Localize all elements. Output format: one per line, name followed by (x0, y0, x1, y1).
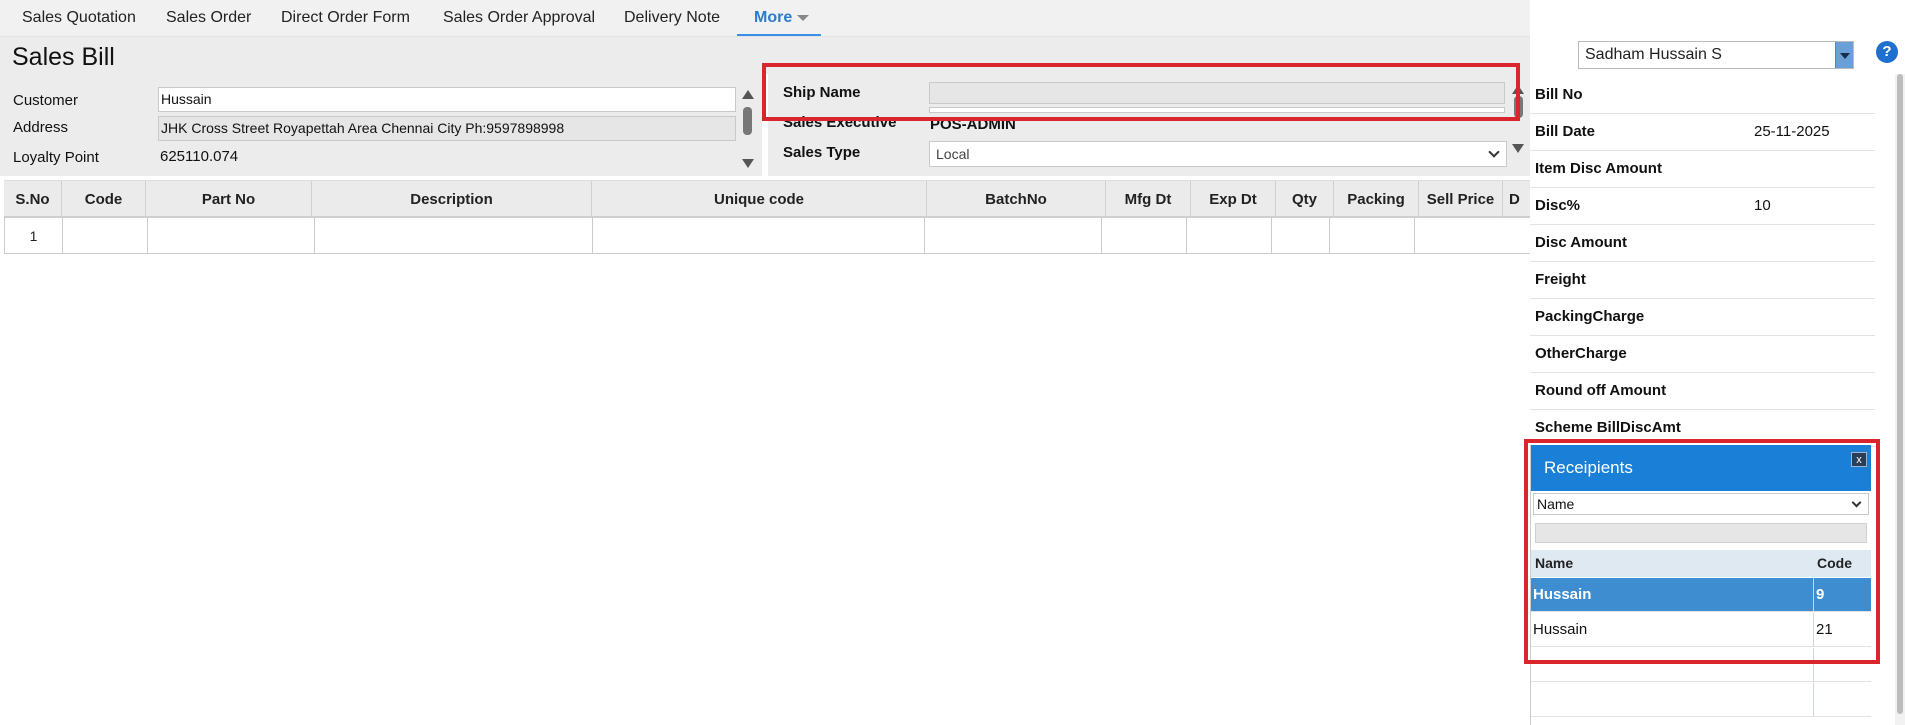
column-header[interactable]: Part No (145, 181, 311, 217)
column-header[interactable]: Sell Price (1418, 181, 1502, 217)
summary-row: PackingCharge (1530, 299, 1875, 336)
table-cell[interactable] (62, 218, 147, 253)
address-label: Address (13, 119, 69, 136)
summary-row: OtherCharge (1530, 336, 1875, 373)
column-header[interactable]: Code (61, 181, 145, 217)
column-header[interactable]: Description (311, 181, 591, 217)
summary-row: Freight (1530, 262, 1875, 299)
loyalty-point-label: Loyalty Point (13, 149, 99, 166)
customer-field[interactable]: Hussain (158, 87, 736, 112)
table-cell[interactable] (592, 218, 924, 253)
column-header[interactable]: Packing (1333, 181, 1418, 217)
tab-sales-order-approval[interactable]: Sales Order Approval (443, 9, 595, 27)
loyalty-point-value: 625110.074 (160, 148, 239, 165)
summary-row: Bill No (1530, 77, 1875, 114)
customer-scrollbar[interactable] (741, 90, 755, 172)
summary-label: Round off Amount (1535, 382, 1667, 399)
summary-row: Item Disc Amount (1530, 151, 1875, 188)
sales-type-select[interactable]: Local (929, 141, 1507, 167)
scroll-down-icon[interactable] (742, 159, 754, 168)
summary-label: Item Disc Amount (1535, 160, 1662, 177)
address-field[interactable]: JHK Cross Street Royapettah Area Chennai… (158, 116, 736, 141)
tab-delivery-note[interactable]: Delivery Note (624, 9, 720, 27)
active-tab-indicator (737, 34, 821, 36)
summary-row: Disc% 10 (1530, 188, 1875, 225)
column-header[interactable]: Exp Dt (1190, 181, 1275, 217)
scroll-thumb[interactable] (1897, 74, 1903, 714)
column-divider (1813, 683, 1814, 717)
customer-label: Customer (13, 92, 79, 109)
summary-label: Disc Amount (1535, 234, 1627, 251)
column-header[interactable]: Mfg Dt (1105, 181, 1190, 217)
page-scrollbar[interactable] (1895, 74, 1905, 725)
summary-label: Freight (1535, 271, 1586, 288)
column-header[interactable]: D (1502, 181, 1530, 217)
tab-more[interactable]: More (754, 9, 810, 27)
table-cell[interactable] (1101, 218, 1186, 253)
tab-sales-order[interactable]: Sales Order (166, 9, 251, 27)
summary-row: Disc Amount (1530, 225, 1875, 262)
table-cell[interactable]: 1 (4, 218, 62, 253)
scroll-up-icon[interactable] (742, 90, 754, 99)
help-icon[interactable]: ? (1876, 41, 1898, 63)
table-cell[interactable] (1271, 218, 1329, 253)
summary-value-box[interactable] (1753, 77, 1875, 113)
chevron-down-icon (797, 14, 810, 21)
scroll-thumb[interactable] (743, 107, 752, 135)
tab-direct-order-form[interactable]: Direct Order Form (281, 9, 410, 27)
table-cell[interactable] (1414, 218, 1530, 253)
items-grid-header: S.No Code Part No Description Unique cod… (4, 180, 1530, 218)
summary-value-box[interactable] (1753, 373, 1875, 409)
dropdown-button[interactable] (1835, 42, 1853, 68)
summary-label: OtherCharge (1535, 345, 1627, 362)
page-title: Sales Bill (12, 43, 115, 71)
table-cell[interactable] (147, 218, 314, 253)
table-cell[interactable] (314, 218, 592, 253)
table-cell[interactable] (924, 218, 1101, 253)
summary-value: 25-11-2025 (1754, 123, 1830, 140)
summary-value: 10 (1754, 197, 1771, 214)
user-select[interactable]: Sadham Hussain S (1578, 41, 1854, 69)
chevron-down-icon (1840, 53, 1850, 59)
tab-sales-quotation[interactable]: Sales Quotation (22, 9, 136, 27)
summary-value-box[interactable] (1753, 225, 1875, 261)
tab-more-label: More (754, 9, 793, 26)
column-header[interactable]: S.No (4, 181, 61, 217)
highlight-ship-name (762, 63, 1520, 121)
recipient-row-empty (1531, 683, 1871, 717)
summary-label: Bill No (1535, 86, 1583, 103)
summary-label: Scheme BillDiscAmt (1535, 419, 1681, 436)
sales-type-label: Sales Type (783, 144, 861, 161)
column-header[interactable]: Unique code (591, 181, 926, 217)
table-cell[interactable] (1329, 218, 1414, 253)
sales-type-value: Local (936, 146, 970, 162)
summary-row: Round off Amount (1530, 373, 1875, 410)
summary-label: PackingCharge (1535, 308, 1645, 325)
scroll-down-icon[interactable] (1512, 144, 1524, 153)
summary-row: Bill Date 25-11-2025 (1530, 114, 1875, 151)
column-header[interactable]: BatchNo (926, 181, 1105, 217)
summary-value-box[interactable] (1753, 188, 1875, 224)
highlight-recipients-popup (1524, 439, 1880, 664)
column-header[interactable]: Qty (1275, 181, 1333, 217)
table-cell[interactable] (1186, 218, 1271, 253)
summary-value-box[interactable] (1753, 299, 1875, 335)
summary-label: Bill Date (1535, 123, 1596, 140)
customer-panel: Customer Hussain Address JHK Cross Stree… (0, 74, 762, 176)
top-nav: Sales Quotation Sales Order Direct Order… (0, 0, 1530, 37)
summary-value-box[interactable] (1753, 336, 1875, 372)
table-row[interactable]: 1 (4, 218, 1530, 254)
summary-value-box[interactable] (1753, 151, 1875, 187)
user-select-value: Sadham Hussain S (1585, 46, 1722, 63)
summary-value-box[interactable] (1753, 262, 1875, 298)
chevron-down-icon (1488, 146, 1500, 158)
summary-label: Disc% (1535, 197, 1581, 214)
